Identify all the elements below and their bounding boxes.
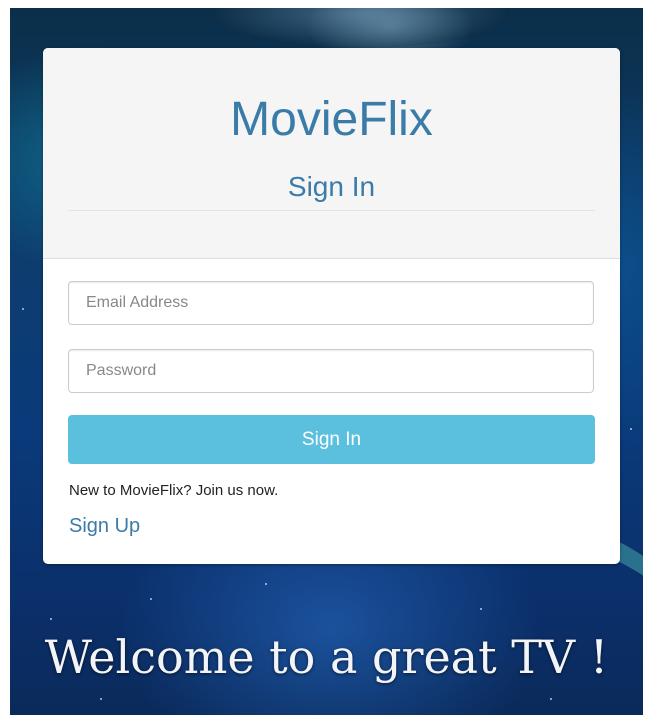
signup-prompt: New to MovieFlix? Join us now. bbox=[69, 482, 279, 499]
star-dot bbox=[630, 428, 632, 430]
password-field[interactable] bbox=[68, 349, 594, 393]
sign-in-heading: Sign In bbox=[287, 171, 376, 202]
app-title: MovieFlix bbox=[230, 93, 433, 146]
welcome-banner: Welcome to a great TV ! bbox=[44, 630, 609, 684]
star-dot bbox=[150, 598, 152, 600]
sign-in-button[interactable]: Sign In bbox=[68, 415, 595, 464]
alien-skin-texture bbox=[210, 8, 510, 48]
star-dot bbox=[100, 698, 102, 700]
header-divider bbox=[68, 210, 595, 211]
login-panel: MovieFlix Sign In Sign In New to MovieFl… bbox=[43, 48, 620, 564]
star-dot bbox=[265, 583, 267, 585]
star-dot bbox=[50, 618, 52, 620]
page-frame: MovieFlix Sign In Sign In New to MovieFl… bbox=[0, 0, 653, 719]
sign-up-link[interactable]: Sign Up bbox=[69, 513, 140, 539]
login-panel-header: MovieFlix Sign In bbox=[43, 48, 620, 259]
star-dot bbox=[22, 308, 24, 310]
star-dot bbox=[480, 608, 482, 610]
star-dot bbox=[550, 698, 552, 700]
email-field[interactable] bbox=[68, 281, 594, 325]
